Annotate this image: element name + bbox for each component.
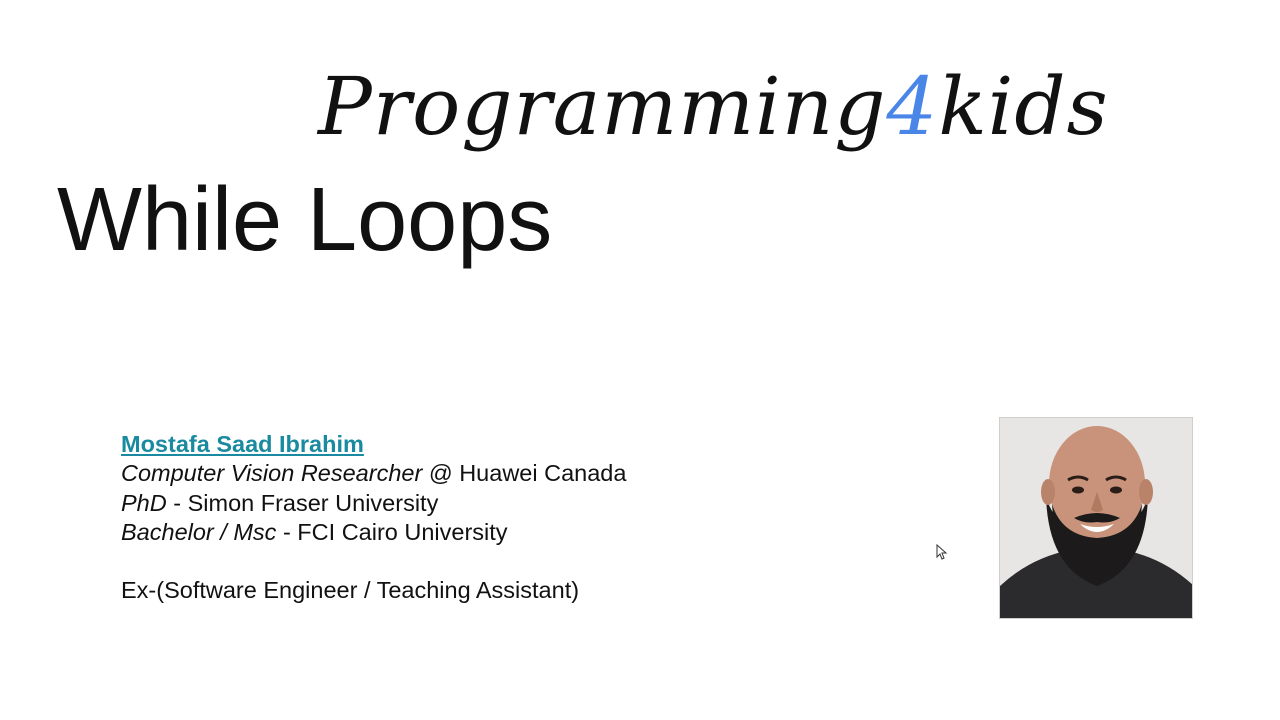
mouse-pointer-icon <box>936 544 948 560</box>
author-portrait-illustration <box>1000 418 1192 618</box>
bio-employer: @ Huawei Canada <box>422 460 627 487</box>
bio-bachelor-degree: Bachelor / Msc <box>121 518 277 545</box>
bio-line-ex: Ex-(Software Engineer / Teaching Assista… <box>121 577 580 604</box>
author-name-link[interactable]: Mostafa Saad Ibrahim <box>121 431 364 457</box>
bio-line-phd: PhD - Simon Fraser University <box>121 489 626 518</box>
slide-title: While Loops <box>57 170 553 270</box>
bio-line-bachelor: Bachelor / Msc - FCI Cairo University <box>121 518 626 547</box>
presentation-slide: Programming4kids While Loops Mostafa Saa… <box>0 0 1280 720</box>
author-photo <box>999 417 1193 619</box>
bio-bachelor-school: - FCI Cairo University <box>276 518 508 545</box>
programming4kids-logo: Programming4kids <box>318 52 1109 162</box>
bio-phd-degree: PhD <box>121 489 167 516</box>
bio-role: Computer Vision Researcher <box>121 460 423 487</box>
bio-line-role: Computer Vision Researcher @ Huawei Cana… <box>121 459 626 488</box>
bio-phd-school: - Simon Fraser University <box>166 489 439 516</box>
logo-text-programming: Programming <box>318 60 887 153</box>
logo-text-four: 4 <box>886 60 939 153</box>
logo-text-kids: kids <box>938 60 1109 153</box>
bio-spacer <box>121 547 626 576</box>
author-bio: Mostafa Saad Ibrahim Computer Vision Res… <box>121 430 626 606</box>
author-name-line: Mostafa Saad Ibrahim <box>121 430 626 459</box>
